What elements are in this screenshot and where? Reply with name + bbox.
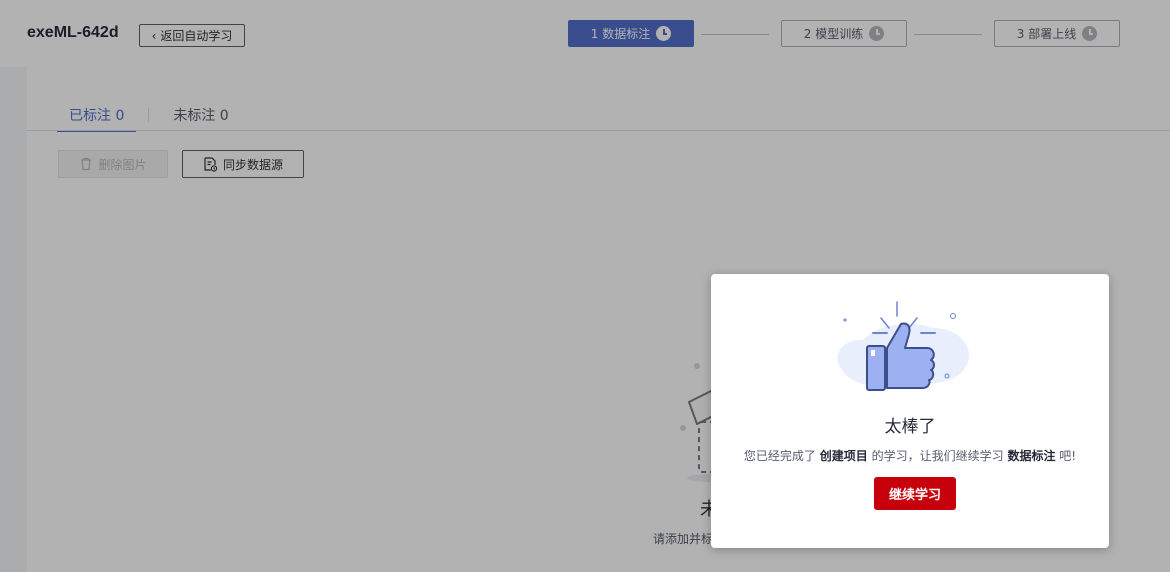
completion-dialog: 太棒了 您已经完成了 创建项目 的学习，让我们继续学习 数据标注 吧! 继续学习 xyxy=(711,274,1109,548)
dialog-message: 您已经完成了 创建项目 的学习，让我们继续学习 数据标注 吧! xyxy=(711,447,1109,464)
message-highlight-data-labeling: 数据标注 xyxy=(1007,449,1056,463)
dialog-title: 太棒了 xyxy=(884,417,936,437)
message-suffix: 吧! xyxy=(1059,449,1077,463)
thumbs-up-icon xyxy=(837,301,970,391)
continue-learning-button[interactable]: 继续学习 xyxy=(874,477,956,510)
message-middle: 的学习，让我们继续学习 xyxy=(871,449,1004,463)
message-prefix: 您已经完成了 xyxy=(743,449,816,463)
message-highlight-create-project: 创建项目 xyxy=(819,449,868,463)
